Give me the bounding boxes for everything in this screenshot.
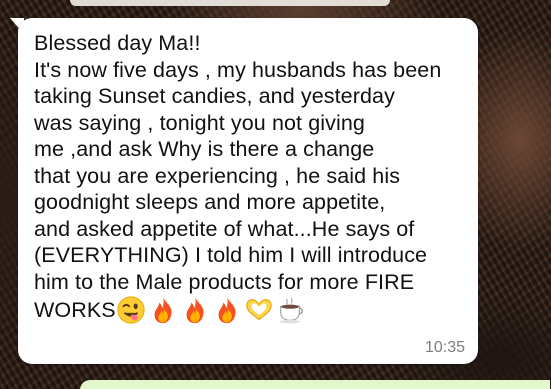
next-outgoing-message-bubble[interactable] [80,380,550,389]
message-timestamp: 10:35 [424,339,465,356]
fire-icon [218,296,236,324]
message-line: and asked appetite of what...He says of [34,216,415,241]
message-line: goodnight sleeps and more appetite, [34,190,386,214]
message-line: WORKS [34,297,116,322]
message-last-line: WORKS [34,295,474,325]
fire-icon [186,296,204,324]
heart-hands-icon [245,299,272,321]
message-line: taking Sunset candies, and yesterday [34,84,395,108]
message-line: him to the Male products for more FIRE [34,269,415,294]
hot-beverage-icon [279,297,303,324]
message-line: that you are experiencing , he said his [34,163,401,188]
winking-tongue-face-icon [117,296,145,324]
message-text: Blessed day Ma!! It's now five days , my… [34,30,474,325]
message-line: Blessed day Ma!! [34,31,201,55]
previous-message-edge [70,0,390,6]
message-line: (EVERYTHING) I told him I will introduce [34,243,428,267]
message-line: me ,and ask Why is there a change [34,137,375,161]
message-line: It's now five days , my husbands has bee… [34,57,442,82]
message-line: was saying , tonight you not giving [34,110,365,135]
fire-icon [154,296,172,324]
